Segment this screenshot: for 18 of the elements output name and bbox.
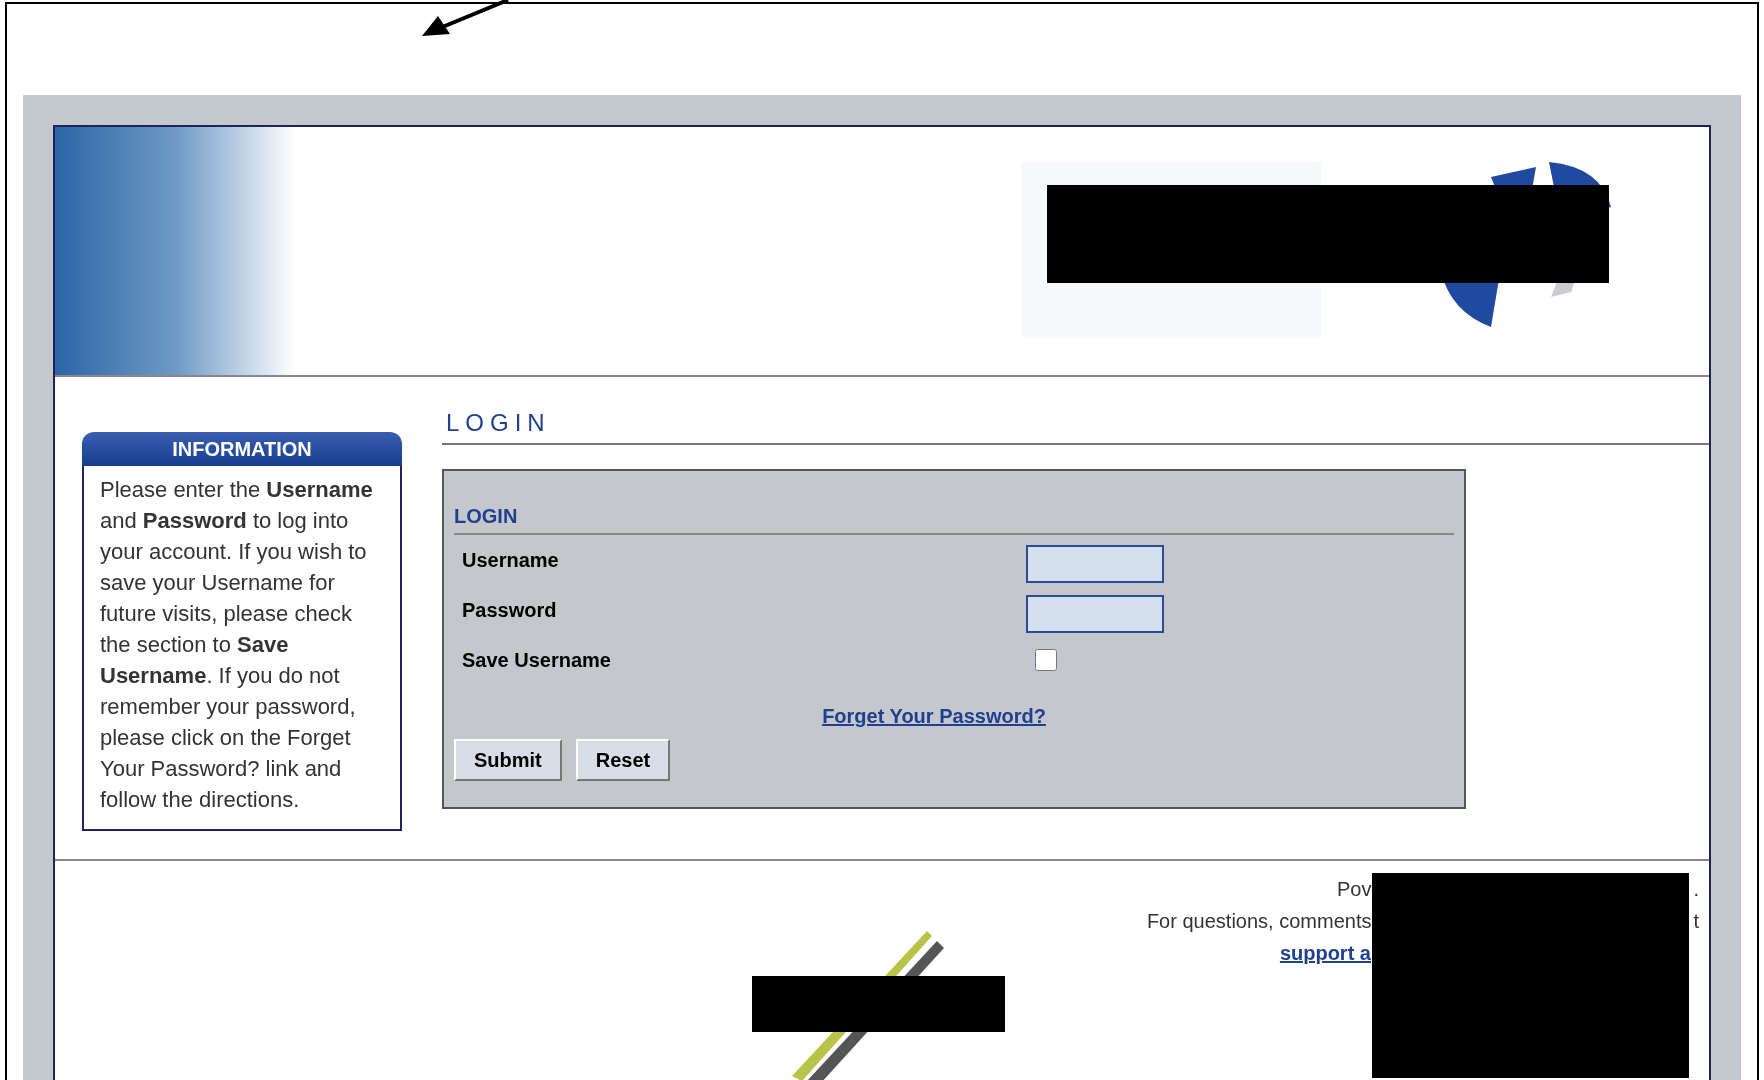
footer-text: For questions, comments [1146, 909, 1372, 934]
field-label: Password [461, 598, 558, 623]
password-field[interactable] [1026, 595, 1164, 633]
save-username-checkbox[interactable] [1035, 649, 1057, 671]
support-link[interactable]: support a [1279, 937, 1371, 969]
submit-button[interactable]: Submit [454, 739, 562, 781]
information-header: INFORMATION [82, 432, 402, 466]
footer-text: t [1693, 909, 1699, 934]
forgot-password-link[interactable]: Forget Your Password? [822, 701, 1046, 731]
footer-text: Pov [1336, 877, 1372, 902]
field-label: Username [461, 548, 560, 573]
reset-button[interactable]: Reset [575, 739, 671, 781]
page-heading: LOGIN [446, 409, 551, 436]
form-heading: LOGIN [454, 505, 518, 527]
username-field[interactable] [1026, 545, 1164, 583]
field-label: Save Username [461, 648, 612, 673]
information-text: Please enter the Username and Password to log into your account. If you wish to save your Username for future visits, please check the section to Save Username. If you do not remember your password, please click on the Forget Your Password? link and follow the directions. [100, 476, 374, 814]
footer-text: . [1693, 877, 1699, 902]
